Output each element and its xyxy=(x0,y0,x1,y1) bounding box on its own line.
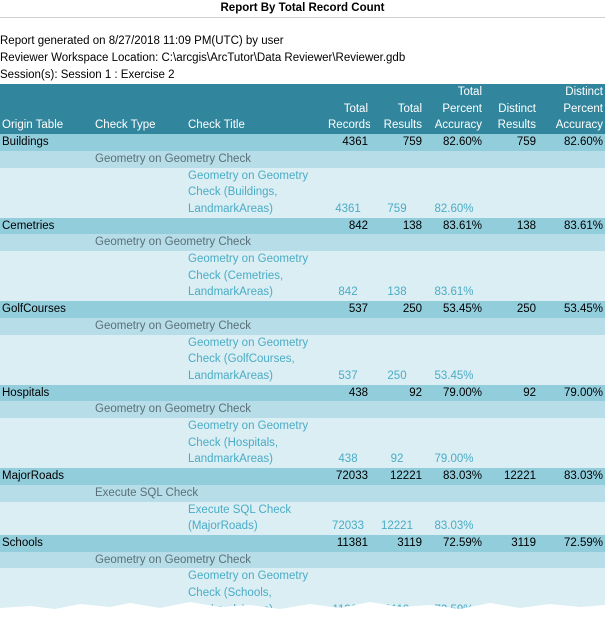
check-title: Geometry on Geometry Check (Hospitals, Lan… xyxy=(186,418,326,469)
check-title: Geometry on Geometry Check (Buildings, Lan… xyxy=(186,167,326,218)
distinct-results: 3119 xyxy=(484,534,538,552)
detail-percent: 82.60% xyxy=(424,167,484,218)
distinct-percent: 82.60% xyxy=(538,134,605,151)
total-percent: 53.45% xyxy=(424,301,484,318)
check-type: Geometry on Geometry Check xyxy=(93,317,605,335)
col-check-type: Check Type xyxy=(93,84,186,135)
check-type-row: Execute SQL Check xyxy=(0,484,605,502)
total-records: 72033 xyxy=(326,468,370,485)
col-distinct-percent: Distinct Percent Accuracy xyxy=(538,84,605,135)
detail-records: 4361 xyxy=(326,167,370,218)
detail-results: 138 xyxy=(370,251,424,302)
detail-records: 72033 xyxy=(326,501,370,535)
total-results: 12221 xyxy=(370,468,424,485)
report-generated: Report generated on 8/27/2018 11:09 PM(U… xyxy=(0,35,284,47)
total-results: 92 xyxy=(370,384,424,402)
detail-records: 537 xyxy=(326,334,370,385)
check-title-row: Geometry on Geometry Check (GolfCourses, L… xyxy=(0,334,605,385)
check-title: Geometry on Geometry Check (GolfCourses, L… xyxy=(186,334,326,385)
distinct-percent: 79.00% xyxy=(538,384,605,402)
total-results: 250 xyxy=(370,301,424,318)
col-total-records: TotalRecords* xyxy=(326,84,370,135)
total-percent: 79.00% xyxy=(424,384,484,402)
check-title-row: Geometry on Geometry Check (Hospitals, Lan… xyxy=(0,418,605,469)
detail-results: 92 xyxy=(370,418,424,469)
distinct-results: 138 xyxy=(484,217,538,235)
check-title-row: Geometry on Geometry Check (Buildings, Lan… xyxy=(0,167,605,218)
origin-row: GolfCourses 537 250 53.45% 250 53.45% xyxy=(0,301,605,318)
total-records: 842 xyxy=(326,217,370,235)
check-title: Execute SQL Check (MajorRoads) xyxy=(186,501,326,535)
origin-table-name: GolfCourses xyxy=(0,301,326,318)
check-title: Geometry on Geometry Check (Cemetries, Lan… xyxy=(186,251,326,302)
check-type: Geometry on Geometry Check xyxy=(93,551,605,569)
torn-edge xyxy=(0,602,605,629)
detail-records: 842 xyxy=(326,251,370,302)
col-distinct-results: Distinct Results xyxy=(484,84,538,135)
check-title-row: Execute SQL Check (MajorRoads) 72033 1222… xyxy=(0,501,605,535)
col-total-results: Total Results xyxy=(370,84,424,135)
total-results: 138 xyxy=(370,217,424,235)
origin-table-name: Buildings xyxy=(0,134,326,151)
detail-percent: 83.61% xyxy=(424,251,484,302)
check-type: Geometry on Geometry Check xyxy=(93,150,605,168)
workspace-location: Reviewer Workspace Location: C:\arcgis\A… xyxy=(0,52,406,64)
total-percent: 72.59% xyxy=(424,534,484,552)
sessions: Session(s): Session 1 : Exercise 2 xyxy=(0,69,175,81)
check-type-row: Geometry on Geometry Check xyxy=(0,234,605,252)
total-records: 11381 xyxy=(326,534,370,552)
check-type: Geometry on Geometry Check xyxy=(93,401,605,419)
total-percent: 83.61% xyxy=(424,217,484,235)
distinct-percent: 53.45% xyxy=(538,301,605,318)
total-percent: 82.60% xyxy=(424,134,484,151)
total-records: 537 xyxy=(326,301,370,318)
detail-results: 250 xyxy=(370,334,424,385)
detail-percent: 53.45% xyxy=(424,334,484,385)
origin-table-name: Schools xyxy=(0,534,326,552)
col-origin-table: Origin Table xyxy=(0,84,93,135)
origin-table-name: Cemetries xyxy=(0,217,326,235)
check-type-row: Geometry on Geometry Check xyxy=(0,401,605,419)
origin-row: Schools 11381 3119 72.59% 3119 72.59% xyxy=(0,534,605,552)
distinct-results: 92 xyxy=(484,384,538,402)
total-results: 759 xyxy=(370,134,424,151)
report-table: Origin Table Check Type Check Title Tota… xyxy=(0,84,605,619)
origin-row: Buildings 4361 759 82.60% 759 82.60% xyxy=(0,134,605,151)
total-results: 3119 xyxy=(370,534,424,552)
distinct-results: 250 xyxy=(484,301,538,318)
origin-table-name: Hospitals xyxy=(0,384,326,402)
check-type: Execute SQL Check xyxy=(93,484,605,502)
distinct-percent: 83.61% xyxy=(538,217,605,235)
origin-table-name: MajorRoads xyxy=(0,468,326,485)
check-title-row: Geometry on Geometry Check (Cemetries, Lan… xyxy=(0,251,605,302)
header-row: Origin Table Check Type Check Title Tota… xyxy=(0,84,605,135)
col-total-percent: Total Percent Accuracy xyxy=(424,84,484,135)
origin-row: MajorRoads 72033 12221 83.03% 12221 83.0… xyxy=(0,468,605,485)
detail-records: 438 xyxy=(326,418,370,469)
detail-percent: 79.00% xyxy=(424,418,484,469)
total-records: 438 xyxy=(326,384,370,402)
total-records: 4361 xyxy=(326,134,370,151)
check-type-row: Geometry on Geometry Check xyxy=(0,317,605,335)
check-type-row: Geometry on Geometry Check xyxy=(0,551,605,569)
check-type: Geometry on Geometry Check xyxy=(93,234,605,252)
detail-results: 759 xyxy=(370,167,424,218)
report-title: Report By Total Record Count xyxy=(0,0,605,18)
distinct-percent: 83.03% xyxy=(538,468,605,485)
col-check-title: Check Title xyxy=(186,84,326,135)
check-type-row: Geometry on Geometry Check xyxy=(0,150,605,168)
origin-row: Hospitals 438 92 79.00% 92 79.00% xyxy=(0,384,605,402)
detail-results: 12221 xyxy=(370,501,424,535)
distinct-results: 759 xyxy=(484,134,538,151)
origin-row: Cemetries 842 138 83.61% 138 83.61% xyxy=(0,217,605,235)
total-percent: 83.03% xyxy=(424,468,484,485)
distinct-results: 12221 xyxy=(484,468,538,485)
distinct-percent: 72.59% xyxy=(538,534,605,552)
detail-percent: 83.03% xyxy=(424,501,484,535)
